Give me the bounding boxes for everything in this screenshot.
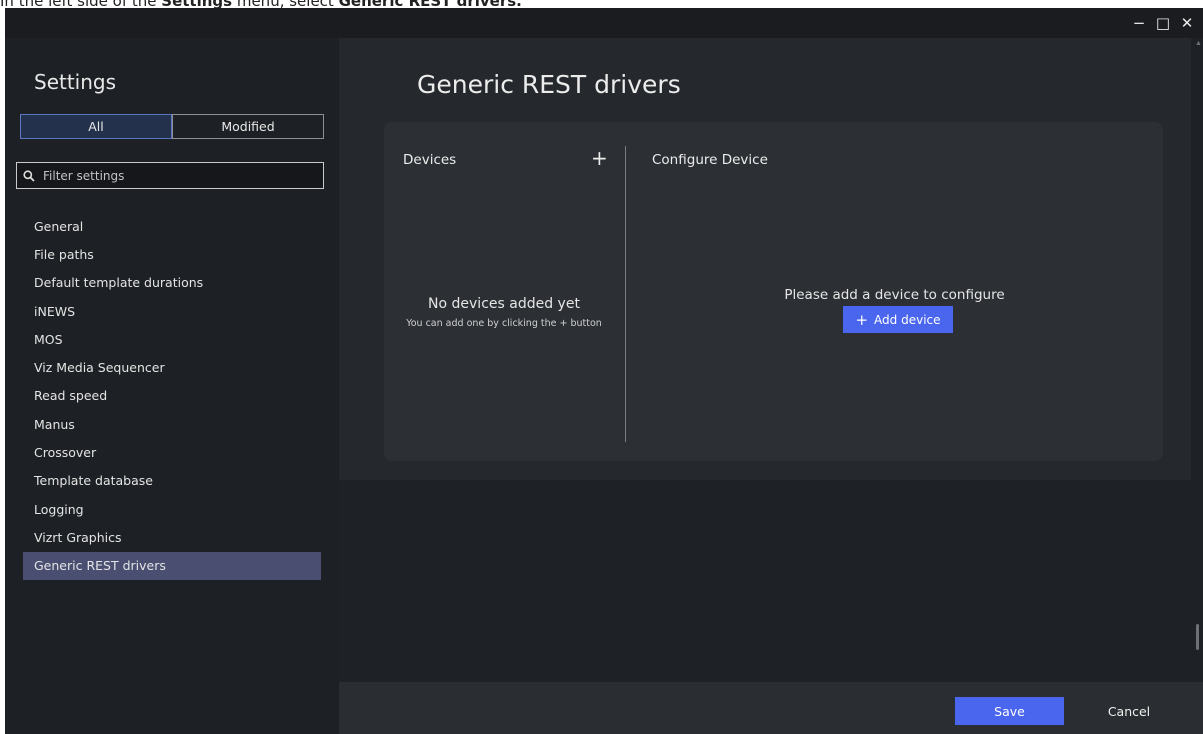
vertical-scrollbar[interactable]: ▲ <box>1191 38 1203 682</box>
add-device-button[interactable]: + Add device <box>843 306 953 333</box>
sidebar-item-logging[interactable]: Logging <box>23 495 321 523</box>
tab-all[interactable]: All <box>20 114 172 139</box>
sidebar-item-manus[interactable]: Manus <box>23 410 321 438</box>
search-icon <box>23 169 35 182</box>
cancel-button[interactable]: Cancel <box>1075 697 1183 725</box>
sidebar-item-file-paths[interactable]: File paths <box>23 240 321 268</box>
footer-bar: Save Cancel <box>339 682 1203 734</box>
window-controls: − □ ✕ <box>1127 13 1199 33</box>
no-devices-title: No devices added yet <box>428 296 580 312</box>
tab-modified[interactable]: Modified <box>172 115 323 138</box>
sidebar-item-crossover[interactable]: Crossover <box>23 438 321 466</box>
sidebar-title: Settings <box>34 70 117 94</box>
page-title: Generic REST drivers <box>417 70 681 99</box>
scroll-up-arrow-icon[interactable]: ▲ <box>1195 40 1202 47</box>
configure-device-message: Please add a device to configure <box>784 287 1005 303</box>
settings-window: − □ ✕ Settings All Modified General File… <box>5 8 1203 734</box>
maximize-icon[interactable]: □ <box>1151 13 1175 33</box>
configure-device-header: Configure Device <box>652 152 768 168</box>
close-icon[interactable]: ✕ <box>1175 13 1199 33</box>
save-button[interactable]: Save <box>955 697 1064 725</box>
no-devices-hint: You can add one by clicking the + button <box>406 318 602 329</box>
sidebar-item-mos[interactable]: MOS <box>23 325 321 353</box>
sidebar-item-read-speed[interactable]: Read speed <box>23 382 321 410</box>
sidebar: Settings All Modified General File paths… <box>5 38 339 734</box>
minimize-icon[interactable]: − <box>1127 13 1151 33</box>
add-device-label: Add device <box>874 312 941 327</box>
add-device-plus-icon[interactable]: + <box>591 146 608 170</box>
content-empty-area <box>339 480 1191 682</box>
filter-settings-box[interactable] <box>16 162 324 189</box>
filter-settings-input[interactable] <box>41 167 315 184</box>
sidebar-item-general[interactable]: General <box>23 212 321 240</box>
devices-header: Devices <box>403 152 457 168</box>
scrollbar-thumb[interactable] <box>1196 624 1199 650</box>
settings-nav-list: General File paths Default template dura… <box>23 212 321 580</box>
sidebar-item-default-template-durations[interactable]: Default template durations <box>23 269 321 297</box>
sidebar-item-vizrt-graphics[interactable]: Vizrt Graphics <box>23 523 321 551</box>
sidebar-item-generic-rest-drivers[interactable]: Generic REST drivers <box>23 551 321 580</box>
drivers-panel: Devices + No devices added yet You can a… <box>384 122 1163 461</box>
title-bar: − □ ✕ <box>5 8 1203 38</box>
sidebar-item-viz-media-sequencer[interactable]: Viz Media Sequencer <box>23 353 321 381</box>
sidebar-item-template-database[interactable]: Template database <box>23 467 321 495</box>
filter-segmented-control: All Modified <box>20 114 324 139</box>
instruction-text: In the left side of the Settings menu, s… <box>0 0 522 10</box>
plus-icon: + <box>855 310 869 329</box>
sidebar-item-inews[interactable]: iNEWS <box>23 297 321 325</box>
main-content: Generic REST drivers Devices + No device… <box>339 38 1191 480</box>
